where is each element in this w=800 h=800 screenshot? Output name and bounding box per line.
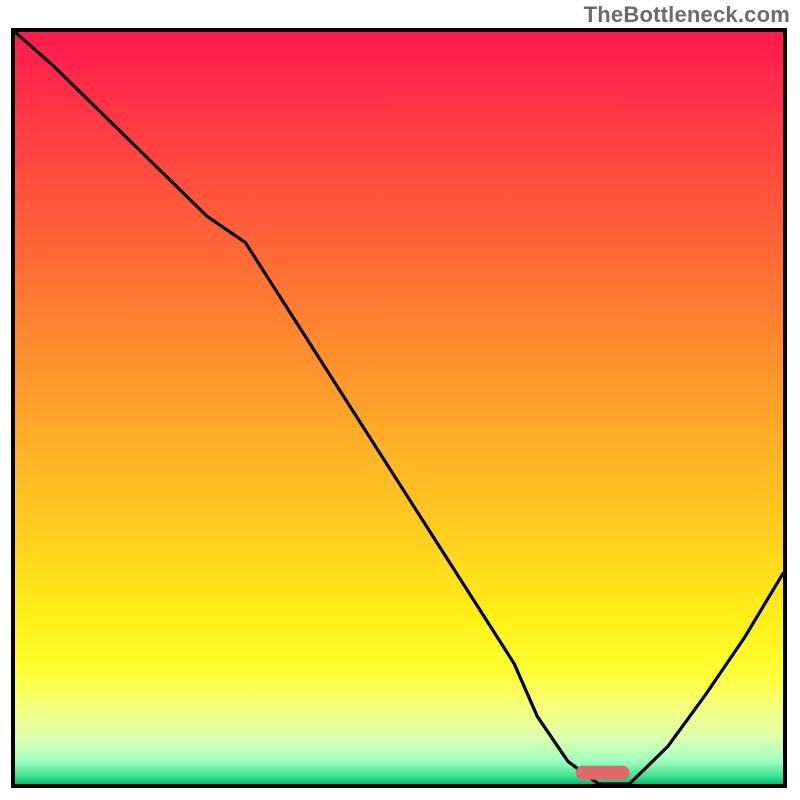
plot-frame bbox=[11, 28, 787, 788]
bottleneck-chart bbox=[15, 32, 783, 784]
optimal-marker bbox=[576, 766, 630, 780]
gradient-background bbox=[15, 32, 783, 784]
watermark-text: TheBottleneck.com bbox=[584, 2, 790, 28]
